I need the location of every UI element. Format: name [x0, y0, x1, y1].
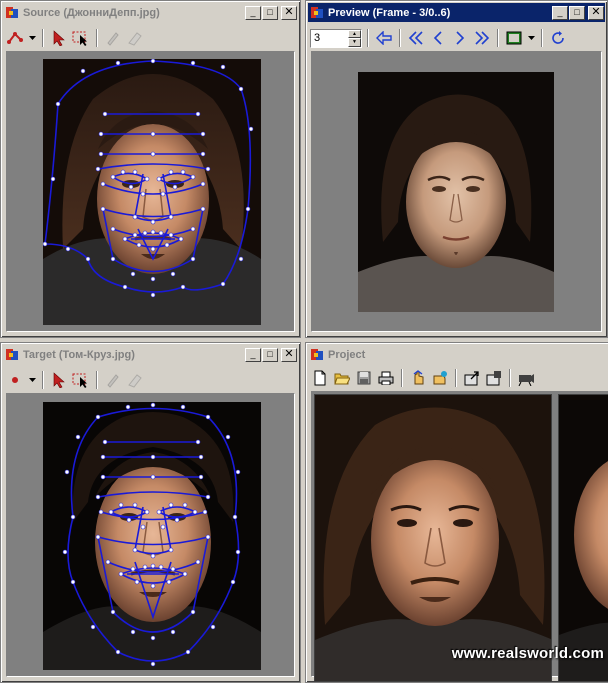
print-icon[interactable] — [376, 368, 396, 388]
first-frame-icon[interactable] — [406, 28, 426, 48]
select-arrow-icon[interactable] — [49, 370, 69, 390]
window-title: Project — [328, 348, 366, 361]
source-window[interactable]: Source (ДжонниДепп.jpg) _ □ ✕ — [0, 0, 301, 338]
hand-up-icon[interactable] — [408, 368, 428, 388]
close-button[interactable]: ✕ — [281, 5, 297, 20]
toolbar-separator — [497, 29, 499, 47]
toolbar-separator — [367, 29, 369, 47]
new-file-icon[interactable] — [310, 368, 330, 388]
window-title: Preview (Frame - 3/0..6) — [328, 6, 451, 19]
window-title: Source (ДжонниДепп.jpg) — [23, 6, 160, 19]
point-icon[interactable] — [5, 370, 25, 390]
settings-icon[interactable] — [484, 368, 504, 388]
open-folder-icon[interactable] — [332, 368, 352, 388]
dropdown-arrow-icon[interactable] — [27, 370, 37, 390]
dropdown-arrow-icon[interactable] — [27, 28, 37, 48]
pen-icon[interactable] — [103, 28, 123, 48]
preview-face-photo[interactable] — [358, 72, 554, 312]
target-titlebar[interactable]: Target (Том-Круз.jpg) _ □ ✕ — [3, 345, 298, 364]
app-icon — [6, 348, 19, 361]
maximize-button[interactable]: □ — [262, 5, 278, 20]
camera-icon[interactable] — [516, 368, 536, 388]
app-icon — [311, 348, 324, 361]
target-face-photo[interactable] — [43, 402, 261, 670]
eraser-icon[interactable] — [125, 370, 145, 390]
export-icon[interactable] — [462, 368, 482, 388]
hand-right-icon[interactable] — [430, 368, 450, 388]
source-image-pane[interactable] — [6, 51, 295, 332]
maximize-button[interactable]: □ — [569, 5, 585, 20]
pen-icon[interactable] — [103, 370, 123, 390]
app-icon — [311, 6, 324, 19]
minimize-button[interactable]: _ — [245, 5, 261, 20]
loop-icon[interactable] — [548, 28, 568, 48]
watermark-text: www.realsworld.com — [451, 645, 604, 662]
toolbar-separator — [42, 29, 44, 47]
save-icon[interactable] — [354, 368, 374, 388]
preview-image-pane[interactable] — [311, 51, 602, 332]
toolbar-separator — [401, 369, 403, 387]
preview-window[interactable]: Preview (Frame - 3/0..6) _ □ ✕ 3 ▲ ▼ — [305, 0, 608, 338]
select-arrow-icon[interactable] — [49, 28, 69, 48]
toolbar-separator — [96, 371, 98, 389]
frame-spinner[interactable]: ▲ ▼ — [348, 29, 361, 47]
source-toolbar — [5, 27, 296, 49]
toolbar-separator — [399, 29, 401, 47]
source-face-photo[interactable] — [43, 59, 261, 325]
source-titlebar[interactable]: Source (ДжонниДепп.jpg) _ □ ✕ — [3, 3, 298, 22]
window-title: Target (Том-Круз.jpg) — [23, 348, 135, 361]
prev-frame-icon[interactable] — [428, 28, 448, 48]
back-arrow-icon[interactable] — [374, 28, 394, 48]
spin-down-icon[interactable]: ▼ — [348, 38, 361, 47]
frame-number-value: 3 — [314, 32, 321, 44]
toolbar-separator — [42, 371, 44, 389]
preview-titlebar[interactable]: Preview (Frame - 3/0..6) _ □ ✕ — [308, 3, 605, 22]
target-window[interactable]: Target (Том-Круз.jpg) _ □ ✕ — [0, 342, 301, 683]
app-icon — [6, 6, 19, 19]
project-window[interactable]: Project www.realsworld.com — [305, 342, 608, 683]
close-button[interactable]: ✕ — [588, 5, 604, 20]
select-region-icon[interactable] — [71, 28, 91, 48]
close-button[interactable]: ✕ — [281, 347, 297, 362]
project-frame-2[interactable] — [558, 394, 608, 682]
project-frames-pane[interactable]: www.realsworld.com — [311, 391, 608, 682]
toolbar-separator — [455, 369, 457, 387]
target-image-pane[interactable] — [6, 393, 295, 677]
next-frame-icon[interactable] — [450, 28, 470, 48]
toolbar-separator — [541, 29, 543, 47]
minimize-button[interactable]: _ — [552, 5, 568, 20]
project-titlebar[interactable]: Project — [308, 345, 608, 364]
toolbar-separator — [509, 369, 511, 387]
eraser-icon[interactable] — [125, 28, 145, 48]
add-point-icon[interactable] — [5, 28, 25, 48]
last-frame-icon[interactable] — [472, 28, 492, 48]
project-frame-1[interactable] — [314, 394, 552, 682]
maximize-button[interactable]: □ — [262, 347, 278, 362]
frame-number-input[interactable]: 3 ▲ ▼ — [310, 28, 362, 48]
frame-view-icon[interactable] — [504, 28, 524, 48]
minimize-button[interactable]: _ — [245, 347, 261, 362]
spin-up-icon[interactable]: ▲ — [348, 29, 361, 38]
preview-toolbar: 3 ▲ ▼ — [310, 27, 603, 49]
select-region-icon[interactable] — [71, 370, 91, 390]
target-toolbar — [5, 369, 296, 391]
toolbar-separator — [96, 29, 98, 47]
dropdown-arrow-icon[interactable] — [526, 28, 536, 48]
project-toolbar — [310, 367, 608, 389]
